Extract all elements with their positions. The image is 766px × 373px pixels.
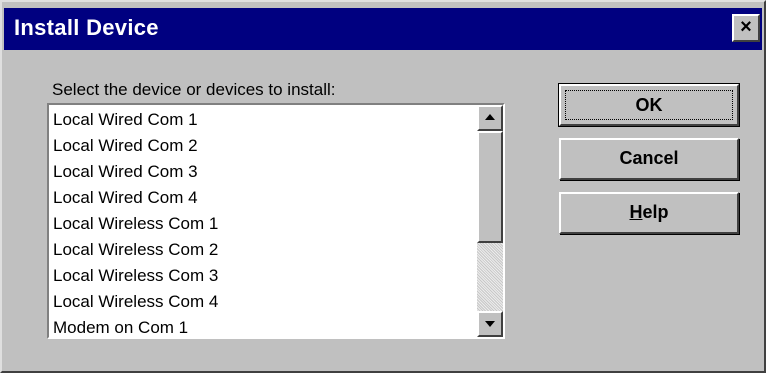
device-list-item[interactable]: Local Wired Com 3 bbox=[51, 159, 475, 185]
vertical-scrollbar[interactable] bbox=[477, 105, 503, 337]
arrow-down-icon bbox=[485, 321, 495, 327]
device-list-item[interactable]: Local Wireless Com 1 bbox=[51, 211, 475, 237]
device-list-label: Select the device or devices to install: bbox=[52, 80, 336, 99]
arrow-up-icon bbox=[485, 114, 495, 120]
device-list-item[interactable]: Local Wireless Com 3 bbox=[51, 263, 475, 289]
scroll-down-button[interactable] bbox=[477, 311, 503, 337]
dialog-title: Install Device bbox=[14, 15, 159, 40]
close-button[interactable]: × bbox=[732, 14, 760, 42]
help-button[interactable]: Help bbox=[559, 192, 739, 234]
install-device-dialog: Install Device × Select the device or de… bbox=[0, 0, 766, 373]
device-list-item[interactable]: Modem on Com 1 bbox=[51, 315, 475, 337]
scroll-up-button[interactable] bbox=[477, 105, 503, 131]
cancel-button-label: Cancel bbox=[619, 148, 679, 168]
device-list-item[interactable]: Local Wireless Com 2 bbox=[51, 237, 475, 263]
device-list-item[interactable]: Local Wired Com 2 bbox=[51, 133, 475, 159]
device-list-item[interactable]: Local Wireless Com 4 bbox=[51, 289, 475, 315]
device-list-item[interactable]: Local Wired Com 4 bbox=[51, 185, 475, 211]
help-button-label: elp bbox=[642, 202, 669, 222]
help-mnemonic: H bbox=[629, 202, 643, 222]
device-listbox[interactable]: Local Wired Com 1 Local Wired Com 2 Loca… bbox=[47, 103, 505, 339]
close-icon: × bbox=[740, 16, 752, 38]
device-list: Local Wired Com 1 Local Wired Com 2 Loca… bbox=[51, 107, 475, 337]
ok-button[interactable]: OK bbox=[558, 83, 740, 127]
device-list-item[interactable]: Local Wired Com 1 bbox=[51, 107, 475, 133]
ok-button-label: OK bbox=[565, 90, 733, 120]
scrollbar-thumb[interactable] bbox=[477, 131, 503, 243]
title-bar[interactable]: Install Device × bbox=[4, 8, 762, 50]
cancel-button[interactable]: Cancel bbox=[559, 138, 739, 180]
